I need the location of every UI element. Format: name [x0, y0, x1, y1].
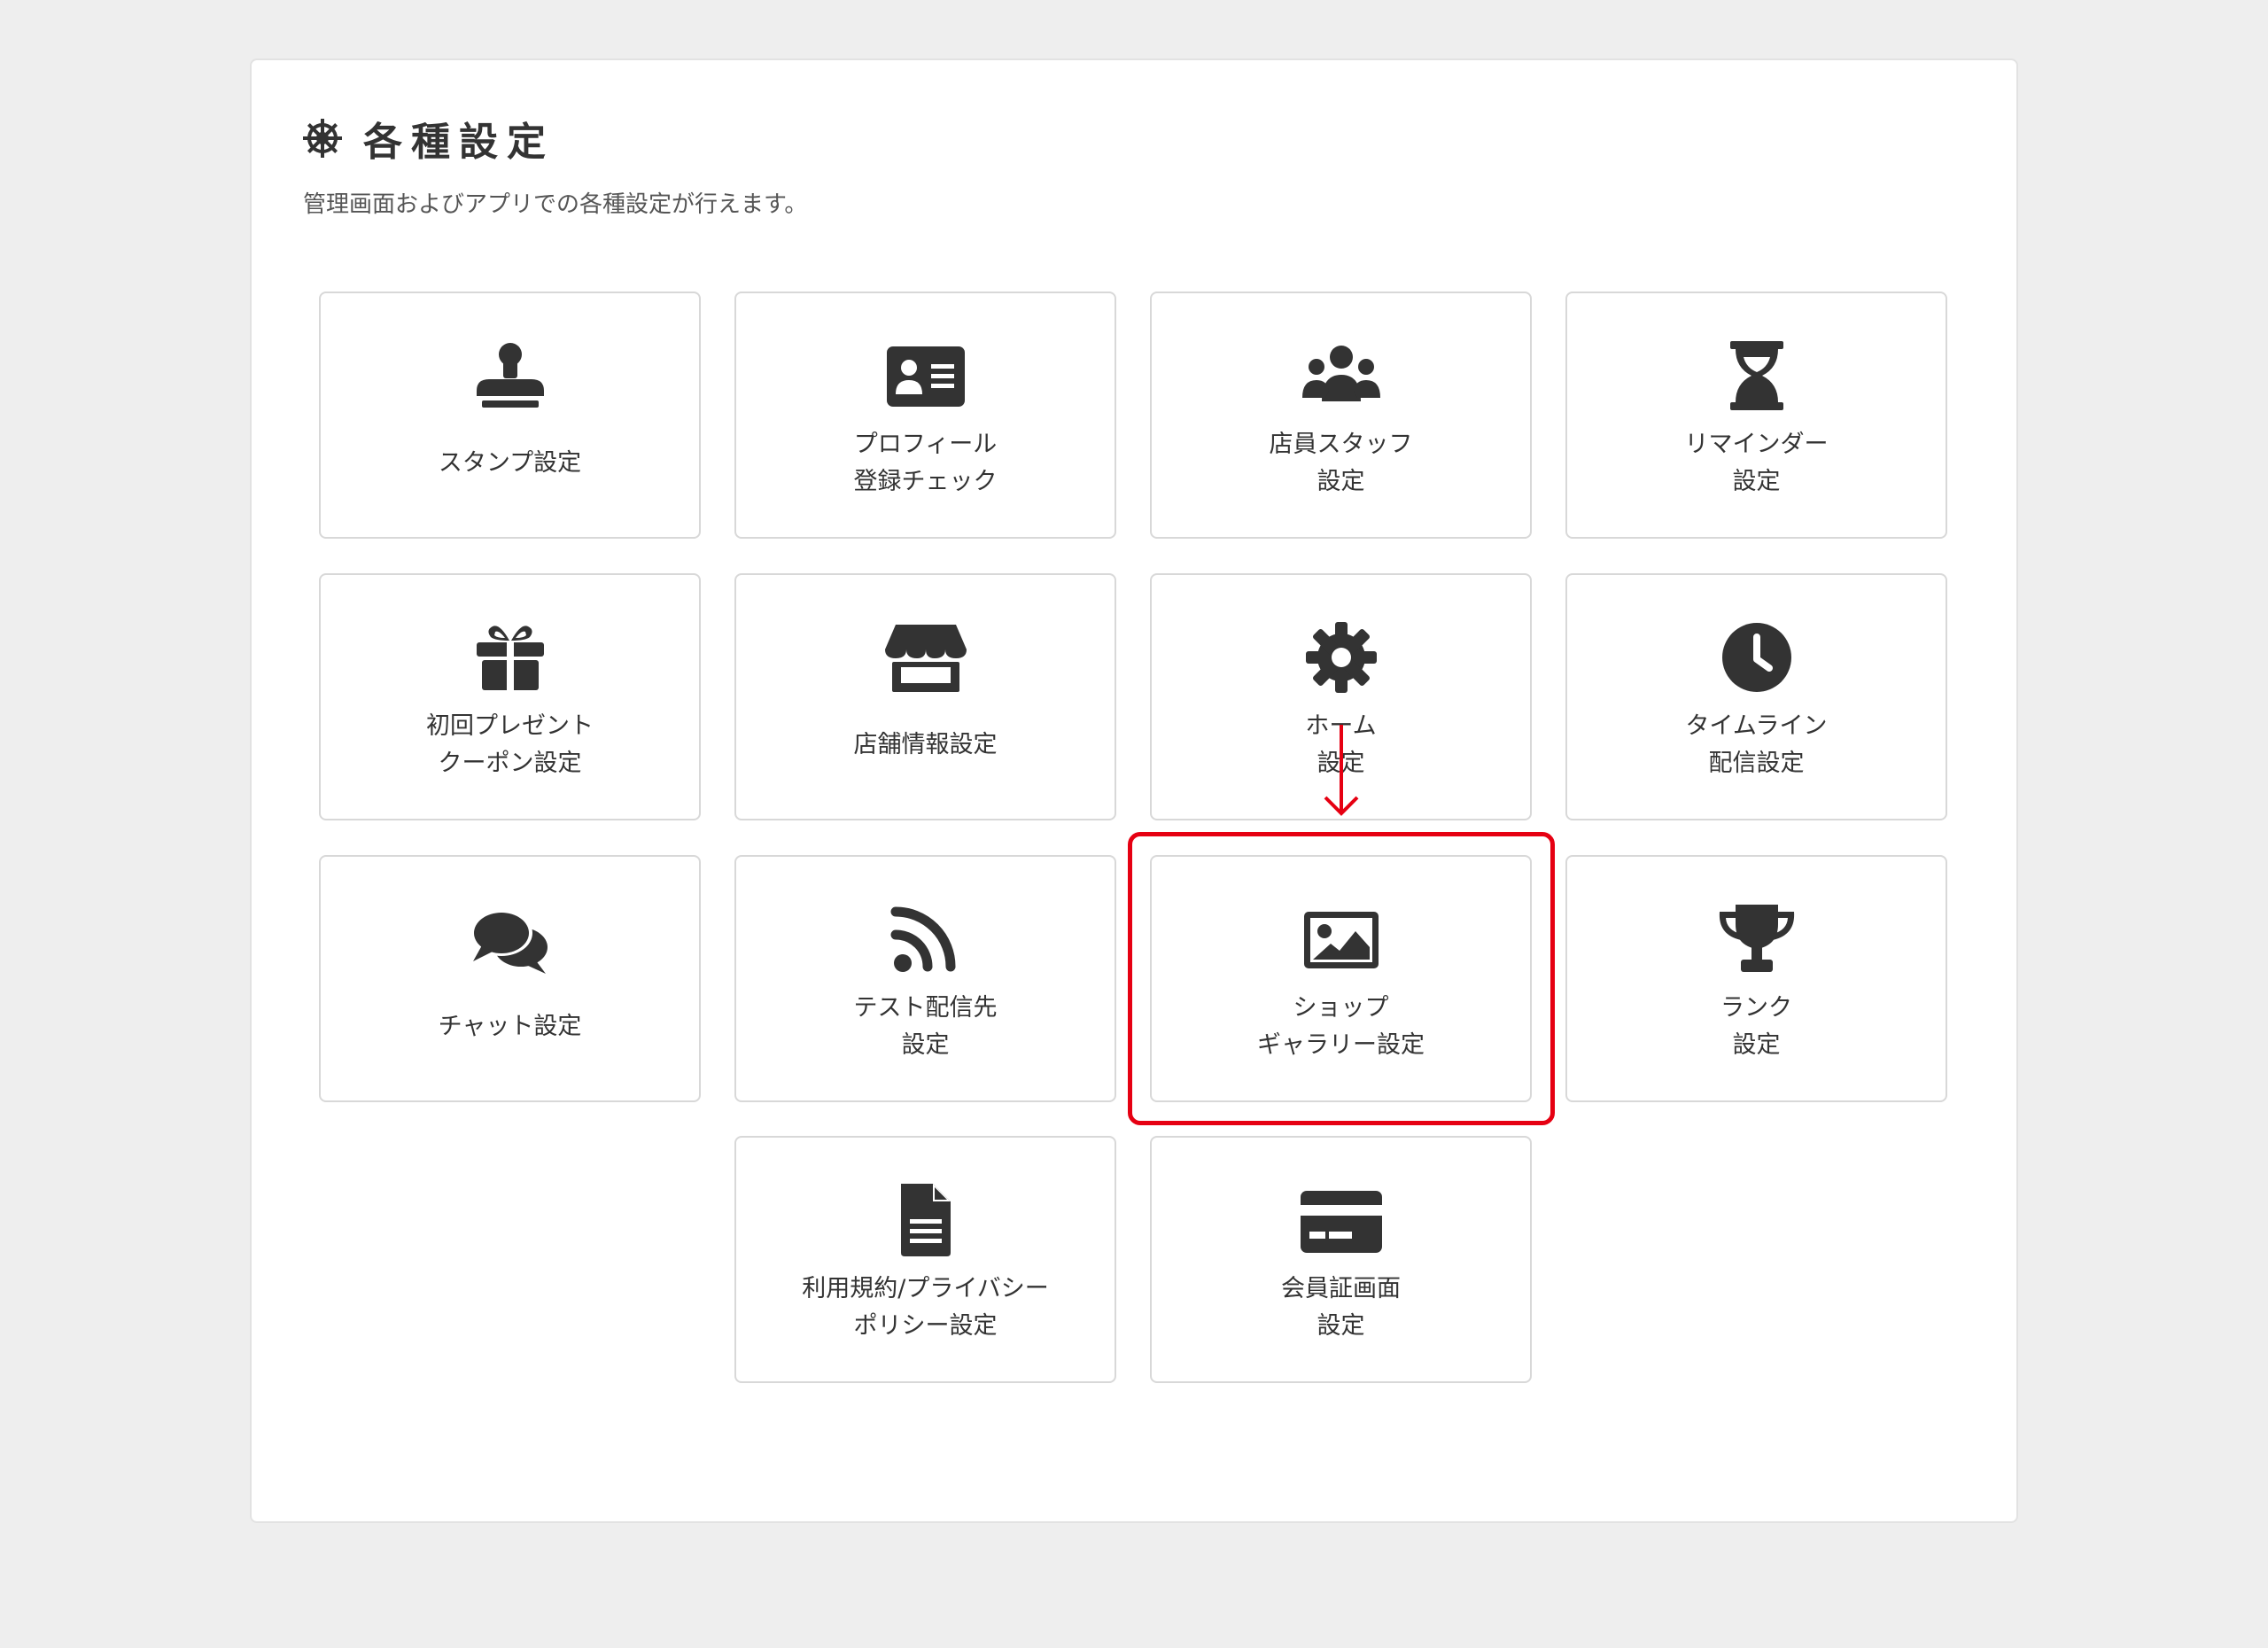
- tile-label: 初回プレゼント クーポン設定: [426, 712, 594, 777]
- tile-label: 店員スタッフ 設定: [1269, 431, 1413, 495]
- tile-timeline-delivery[interactable]: タイムライン 配信設定: [1565, 573, 1947, 820]
- tile-first-coupon[interactable]: 初回プレゼント クーポン設定: [319, 573, 701, 820]
- users-icon: [1152, 338, 1530, 414]
- tile-terms-privacy[interactable]: 利用規約/プライバシー ポリシー設定: [734, 1136, 1116, 1383]
- gift-icon: [321, 619, 699, 696]
- tile-label: ランク 設定: [1720, 994, 1792, 1059]
- tile-reminder-settings[interactable]: リマインダー 設定: [1565, 292, 1947, 539]
- comments-icon: [321, 901, 699, 977]
- tile-label: チャット設定: [438, 1013, 582, 1040]
- tile-chat-settings[interactable]: チャット設定: [319, 855, 701, 1102]
- trophy-icon: [1567, 901, 1946, 977]
- tile-label: テスト配信先 設定: [853, 994, 998, 1059]
- store-icon: [736, 619, 1115, 696]
- tile-shop-gallery[interactable]: ショップ ギャラリー設定: [1150, 855, 1532, 1102]
- tile-member-card[interactable]: 会員証画面 設定: [1150, 1136, 1532, 1383]
- clock-icon: [1567, 619, 1946, 696]
- tile-store-info[interactable]: 店舗情報設定: [734, 573, 1116, 820]
- page-header: 各種設定: [301, 110, 555, 167]
- image-icon: [1152, 901, 1530, 977]
- tile-profile-check[interactable]: プロフィール 登録チェック: [734, 292, 1116, 539]
- gear-icon: [303, 119, 342, 158]
- tile-label: スタンプ設定: [438, 449, 582, 477]
- tile-home-settings[interactable]: ホーム 設定: [1150, 573, 1532, 820]
- tile-stamp-settings[interactable]: スタンプ設定: [319, 292, 701, 539]
- tile-label: リマインダー 設定: [1684, 431, 1829, 495]
- tile-label: 会員証画面 設定: [1281, 1275, 1401, 1340]
- document-icon: [736, 1182, 1115, 1258]
- credit-card-icon: [1152, 1182, 1530, 1258]
- tile-label: 利用規約/プライバシー ポリシー設定: [802, 1275, 1049, 1340]
- stamp-icon: [321, 338, 699, 414]
- tile-label: 店舗情報設定: [853, 731, 998, 758]
- hourglass-icon: [1567, 338, 1946, 414]
- tile-label: タイムライン 配信設定: [1685, 712, 1828, 777]
- id-card-icon: [736, 338, 1115, 414]
- tile-test-delivery[interactable]: テスト配信先 設定: [734, 855, 1116, 1102]
- page-title: 各種設定: [363, 120, 555, 165]
- tile-label: ホーム 設定: [1305, 712, 1377, 777]
- tile-label: プロフィール 登録チェック: [853, 431, 998, 495]
- tile-label: ショップ ギャラリー設定: [1257, 994, 1425, 1059]
- rss-icon: [736, 901, 1115, 977]
- tile-staff-settings[interactable]: 店員スタッフ 設定: [1150, 292, 1532, 539]
- tile-rank-settings[interactable]: ランク 設定: [1565, 855, 1947, 1102]
- page-subtitle: 管理画面およびアプリでの各種設定が行えます。: [303, 191, 808, 218]
- cog-icon: [1152, 619, 1530, 696]
